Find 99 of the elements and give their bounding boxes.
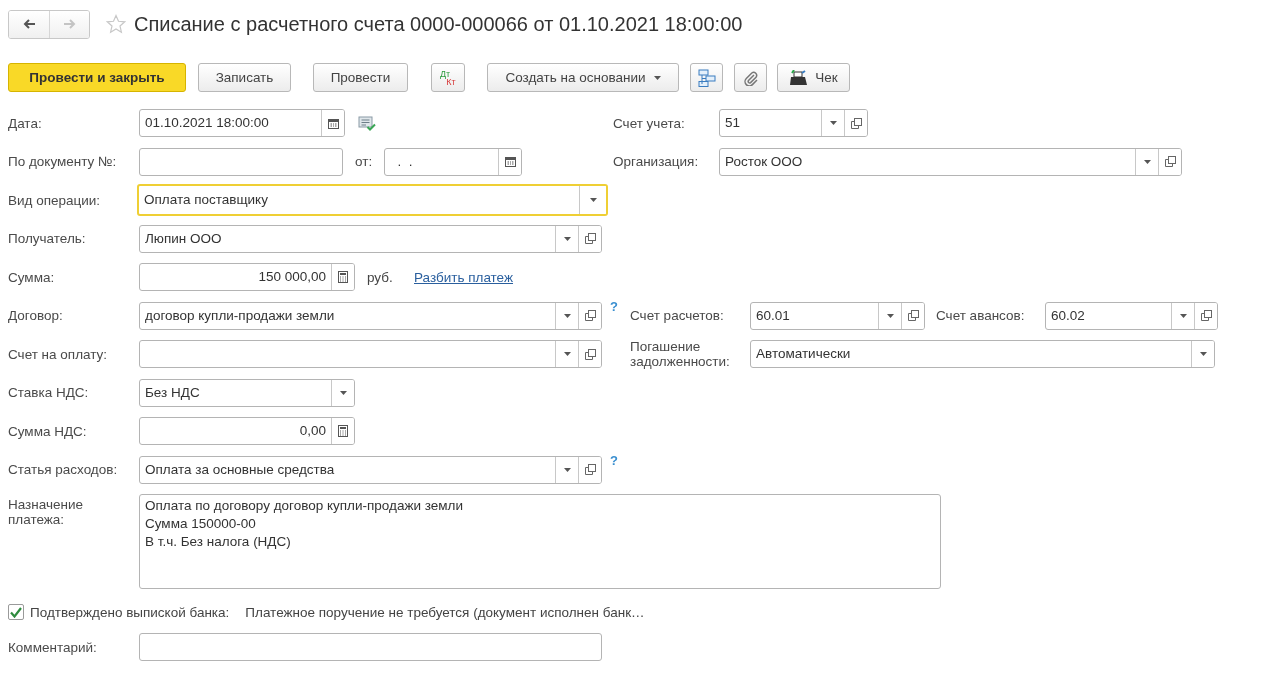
calculator-icon <box>338 425 348 438</box>
caret-icon <box>1199 352 1207 357</box>
text-field[interactable] <box>139 633 602 661</box>
help-mark[interactable]: ? <box>610 452 620 468</box>
dropdown-button[interactable] <box>1191 341 1214 368</box>
structure-button[interactable] <box>690 63 723 92</box>
caret-icon <box>653 75 661 80</box>
cash-register-icon <box>789 69 810 86</box>
caret-icon <box>563 313 571 318</box>
field-label: Дата: <box>8 115 43 131</box>
calendar-icon <box>327 117 339 129</box>
field-label: По документу №: <box>8 154 118 170</box>
field-label: Ставка НДС: <box>8 385 90 401</box>
field-label: Получатель: <box>8 231 87 247</box>
text-area[interactable]: Оплата по договору договор купли-продажи земли Сумма 150000-00 В т.ч. Без налога (НДС) <box>139 494 941 589</box>
caret-icon <box>563 467 571 472</box>
caret-icon <box>1179 313 1187 318</box>
calculator-icon <box>338 271 348 284</box>
select-field[interactable]: 51 <box>719 109 868 138</box>
open-window-icon <box>907 310 919 322</box>
date-field[interactable]: . . <box>384 147 522 176</box>
select-field[interactable]: Люпин ООО <box>139 224 602 253</box>
open-button[interactable] <box>901 302 924 329</box>
open-window-icon <box>584 348 596 360</box>
star-icon[interactable] <box>106 14 126 34</box>
left-arrow-icon <box>22 17 36 31</box>
open-window-icon <box>584 464 596 476</box>
field-label: Счет учета: <box>613 115 686 131</box>
select-field[interactable]: Росток ООО <box>719 147 1182 176</box>
calculator-button[interactable] <box>331 264 354 291</box>
field-label: Назначение платежа: <box>8 496 84 527</box>
open-button[interactable] <box>578 456 601 483</box>
debit-credit-button[interactable]: Дт Кт <box>431 63 465 92</box>
open-button[interactable] <box>578 225 601 252</box>
open-window-icon <box>1164 156 1176 168</box>
field-label: Счет на оплату: <box>8 346 109 362</box>
hierarchy-icon <box>697 68 716 87</box>
receipt-button[interactable]: Чек <box>777 63 850 92</box>
select-field[interactable]: 60.01 <box>750 301 925 330</box>
field-label: Счет авансов: <box>936 308 1026 324</box>
open-window-icon <box>1200 310 1212 322</box>
dropdown-field[interactable]: Автоматически <box>750 340 1215 369</box>
checkbox[interactable] <box>8 604 24 620</box>
toolbar-button[interactable]: Провести <box>313 63 408 92</box>
dropdown-button[interactable] <box>331 379 354 406</box>
document-check-icon <box>358 115 376 132</box>
toolbar-button[interactable]: Записать <box>198 63 291 92</box>
select-field[interactable]: 60.02 <box>1045 301 1218 330</box>
open-button[interactable] <box>578 302 601 329</box>
amount-field[interactable]: 0,00 <box>139 417 355 446</box>
select-field[interactable]: Оплата за основные средства <box>139 455 602 484</box>
field-label: Статья расходов: <box>8 462 119 478</box>
field-label: Погашение задолженности: <box>630 339 731 370</box>
open-button[interactable] <box>844 110 867 137</box>
check-icon <box>10 606 22 618</box>
open-button[interactable] <box>1158 148 1181 175</box>
back-button[interactable] <box>9 10 49 38</box>
window-title: Списание с расчетного счета 0000-000066 от 01.10.2021 18:00:00 <box>134 12 743 36</box>
field-label: от: <box>355 154 374 170</box>
checkbox-label[interactable]: Подтверждено выпиской банка: <box>30 604 230 620</box>
caret-icon <box>1143 159 1151 164</box>
field-label: Комментарий: <box>8 639 98 655</box>
field-label: Организация: <box>613 154 700 170</box>
paperclip-icon <box>742 69 759 86</box>
field-label: Сумма НДС: <box>8 423 88 439</box>
calculator-button[interactable] <box>331 418 354 445</box>
caret-icon <box>829 121 837 126</box>
caret-icon <box>563 236 571 241</box>
caret-icon <box>339 390 347 395</box>
select-field[interactable] <box>139 340 602 369</box>
select-field[interactable]: договор купли-продажи земли <box>139 301 602 330</box>
open-window-icon <box>584 310 596 322</box>
text-field[interactable] <box>139 147 343 176</box>
text-link[interactable]: Разбить платеж <box>414 269 513 285</box>
open-button[interactable] <box>578 341 601 368</box>
field-label: Сумма: <box>8 269 56 285</box>
currency-label: руб. <box>367 269 394 285</box>
caret-icon <box>563 352 571 357</box>
calendar-button[interactable] <box>498 148 521 175</box>
amount-field[interactable]: 150 000,00 <box>139 263 355 292</box>
field-label: Счет расчетов: <box>630 308 725 324</box>
open-window-icon <box>584 233 596 245</box>
right-arrow-icon <box>62 17 77 31</box>
field-label: Договор: <box>8 308 64 324</box>
open-window-icon <box>850 117 862 129</box>
date-field[interactable]: 01.10.2021 18:00:00 <box>139 109 345 138</box>
status-text: Платежное поручение не требуется (документ исполнен банк… <box>245 604 645 620</box>
calendar-icon <box>504 156 516 168</box>
open-button[interactable] <box>1194 302 1217 329</box>
attach-button[interactable] <box>734 63 767 92</box>
help-mark[interactable]: ? <box>610 298 620 314</box>
caret-icon <box>886 313 894 318</box>
post-and-close-button[interactable]: Провести и закрыть <box>8 63 186 92</box>
dropdown-field[interactable]: Оплата поставщику <box>137 184 608 217</box>
create-based-on-button[interactable]: Создать на основании <box>487 63 679 92</box>
field-label: Вид операции: <box>8 192 102 208</box>
calendar-button[interactable] <box>321 110 344 137</box>
caret-icon <box>589 198 597 203</box>
dropdown-field[interactable]: Без НДС <box>139 378 355 407</box>
